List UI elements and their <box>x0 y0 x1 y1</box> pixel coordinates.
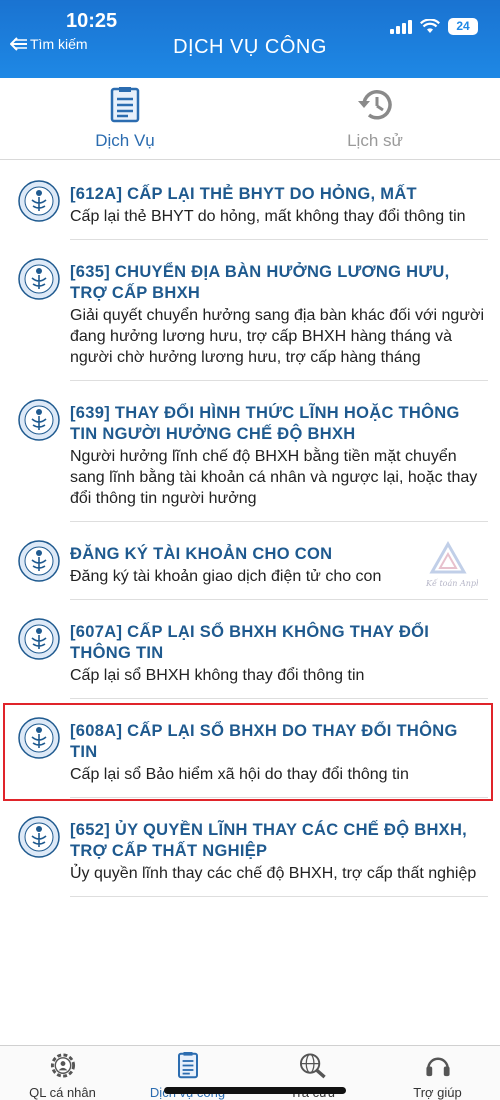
status-time: 10:25 <box>66 10 118 32</box>
list-item[interactable]: [612A] CẤP LẠI THẺ BHYT DO HỎNG, MẤT Cấp… <box>0 162 500 240</box>
bhxh-logo-icon <box>18 816 60 858</box>
service-title: [607A] CẤP LẠI SỔ BHXH KHÔNG THAY ĐỔI TH… <box>70 623 430 662</box>
headset-icon <box>425 1057 450 1077</box>
bhxh-logo-icon <box>18 540 60 582</box>
service-list: [612A] CẤP LẠI THẺ BHYT DO HỎNG, MẤT Cấp… <box>0 162 500 897</box>
list-item[interactable]: [652] ỦY QUYỀN LĨNH THAY CÁC CHẾ ĐỘ BHXH… <box>0 798 500 897</box>
nav-tro-giup-label: Trợ giúp <box>413 1085 462 1100</box>
nav-tro-giup[interactable]: Trợ giúp <box>375 1046 500 1100</box>
tab-dich-vu[interactable]: Dịch Vụ <box>0 78 250 159</box>
page-title: DỊCH VỤ CÔNG <box>173 36 327 58</box>
globe-search-icon <box>299 1053 326 1079</box>
service-title: [608A] CẤP LẠI SỔ BHXH DO THAY ĐỔI THÔNG… <box>70 722 458 761</box>
wifi-icon <box>420 19 440 33</box>
svg-text:Kế toán Anpha: Kế toán Anpha <box>425 579 478 588</box>
list-item[interactable]: [635] CHUYỂN ĐỊA BÀN HƯỞNG LƯƠNG HƯU, TR… <box>0 240 500 381</box>
bhxh-logo-icon <box>18 717 60 759</box>
list-item[interactable]: [608A] CẤP LẠI SỔ BHXH DO THAY ĐỔI THÔNG… <box>0 699 500 798</box>
nav-ql-ca-nhan[interactable]: QL cá nhân <box>0 1046 125 1100</box>
service-desc: Người hưởng lĩnh chế độ BHXH bằng tiền m… <box>70 448 478 507</box>
service-title: [652] ỦY QUYỀN LĨNH THAY CÁC CHẾ ĐỘ BHXH… <box>70 821 468 860</box>
bhxh-logo-icon <box>18 180 60 222</box>
tab-lich-su[interactable]: Lịch sử <box>250 78 500 159</box>
service-title: [635] CHUYỂN ĐỊA BÀN HƯỞNG LƯƠNG HƯU, TR… <box>70 263 450 302</box>
list-item[interactable]: [607A] CẤP LẠI SỔ BHXH KHÔNG THAY ĐỔI TH… <box>0 600 500 699</box>
document-list-icon <box>177 1052 198 1079</box>
bhxh-logo-icon <box>18 399 60 441</box>
service-desc: Cấp lại sổ BHXH không thay đổi thông tin <box>70 667 365 684</box>
status-icons: 24 <box>390 18 478 35</box>
signal-icon <box>390 19 412 34</box>
service-title: [612A] CẤP LẠI THẺ BHYT DO HỎNG, MẤT <box>70 185 417 203</box>
gear-person-icon <box>50 1053 75 1078</box>
home-indicator <box>164 1087 346 1094</box>
tab-dich-vu-label: Dịch Vụ <box>95 130 155 150</box>
service-desc: Cấp lại sổ Bảo hiểm xã hội do thay đổi t… <box>70 766 409 783</box>
service-desc: Ủy quyền lĩnh thay các chế độ BHXH, trợ … <box>70 865 477 882</box>
tab-lich-su-label: Lịch sử <box>347 130 403 150</box>
list-item[interactable]: [639] THAY ĐỔI HÌNH THỨC LĨNH HOẶC THÔNG… <box>0 381 500 522</box>
service-desc: Giải quyết chuyển hưởng sang địa bàn khá… <box>70 307 485 366</box>
battery-icon: 24 <box>448 18 478 35</box>
history-icon <box>358 89 392 119</box>
document-list-icon <box>110 86 140 122</box>
bhxh-logo-icon <box>18 258 60 300</box>
bhxh-logo-icon <box>18 618 60 660</box>
anpha-watermark-logo: Kế toán Anpha <box>425 540 478 588</box>
app-header: 10:25 24 Tìm kiếm DỊCH VỤ CÔNG <box>0 0 500 78</box>
nav-ql-ca-nhan-label: QL cá nhân <box>29 1085 96 1100</box>
service-title: [639] THAY ĐỔI HÌNH THỨC LĨNH HOẶC THÔNG… <box>70 404 460 443</box>
service-desc: Cấp lại thẻ BHYT do hỏng, mất không thay… <box>70 208 466 225</box>
top-tabs: Dịch Vụ Lịch sử <box>0 78 500 160</box>
